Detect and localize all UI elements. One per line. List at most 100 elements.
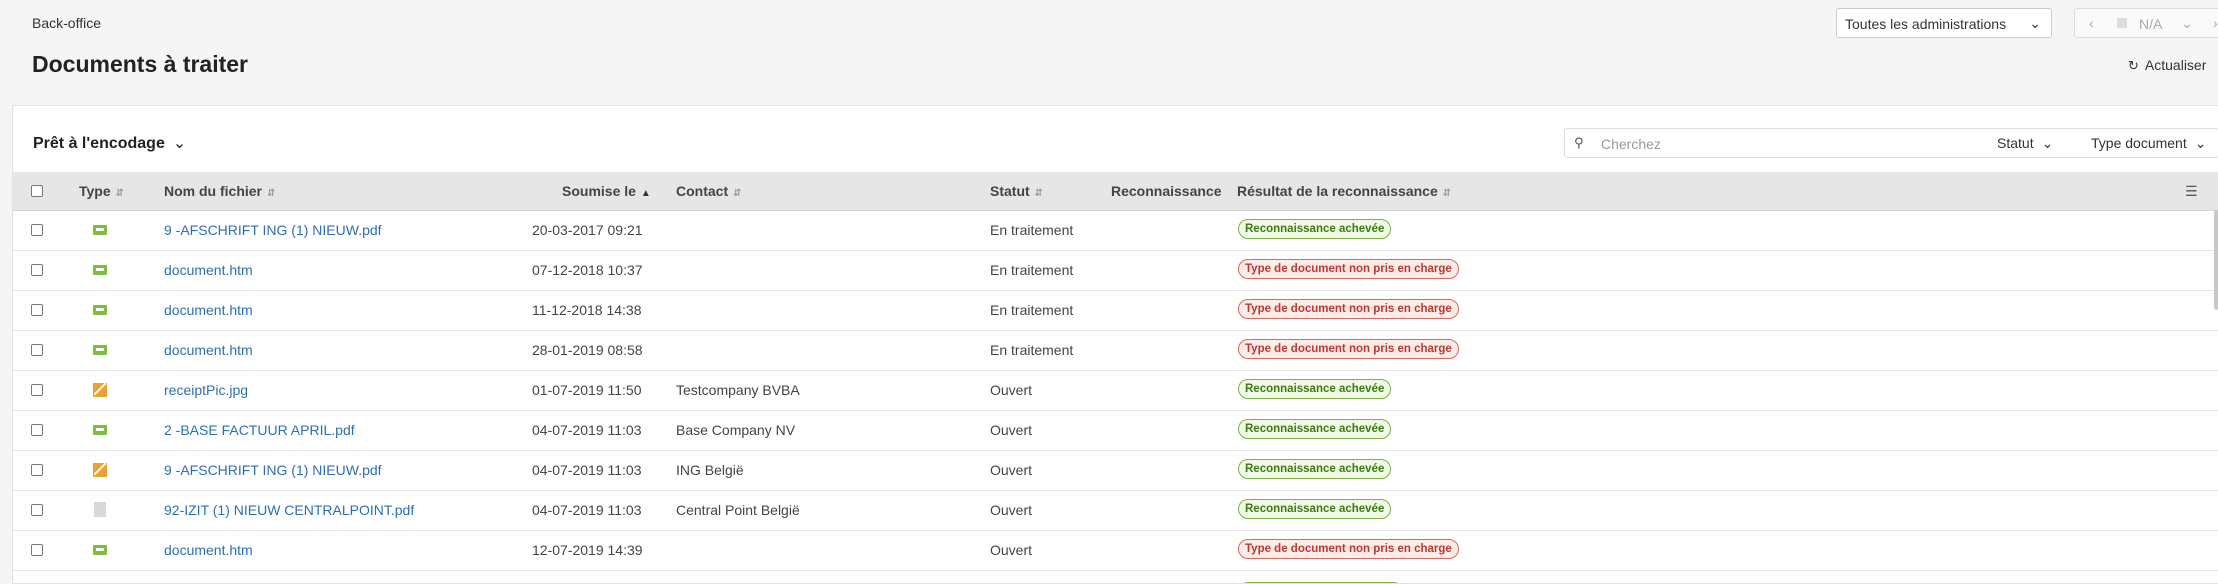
chevron-down-icon: ⌄ xyxy=(2194,135,2207,151)
pager-value[interactable]: N/A xyxy=(2139,16,2162,32)
submitted-date: 28-01-2019 08:58 xyxy=(532,342,643,358)
status-filter-label: Statut xyxy=(1997,135,2034,151)
contact-name: Testcompany BVBA xyxy=(676,382,800,398)
row-checkbox[interactable] xyxy=(31,344,43,356)
table-row[interactable]: 92-IZIT (1) NIEUW CENTRALPOINT.pdf 04-07-… xyxy=(13,490,2218,531)
status-badge: Reconnaissance achevée xyxy=(1238,499,1392,519)
column-type[interactable]: Type ⇵ xyxy=(79,183,124,199)
green-file-icon xyxy=(93,262,107,278)
vertical-scrollbar[interactable] xyxy=(2214,210,2218,310)
document-type-filter-dropdown[interactable]: Type document ⌄ xyxy=(2091,135,2206,152)
status-text: Ouvert xyxy=(990,542,1033,558)
administration-select-value: Toutes les administrations xyxy=(1845,16,2007,32)
table-row-partial xyxy=(13,574,2218,583)
column-status-label: Statut xyxy=(990,183,1030,199)
next-page-button[interactable]: › xyxy=(2213,15,2218,31)
submitted-date: 01-07-2019 11:50 xyxy=(532,382,642,398)
status-text: Ouvert xyxy=(990,422,1033,438)
page-title: Documents à traiter xyxy=(32,51,249,77)
row-checkbox[interactable] xyxy=(31,224,43,236)
column-submitted-label: Soumise le xyxy=(562,183,636,199)
search-input[interactable] xyxy=(1599,134,1963,154)
filename-link[interactable]: document.htm xyxy=(164,542,253,558)
status-text: En traitement xyxy=(990,222,1074,238)
previous-page-button[interactable]: ‹ xyxy=(2089,15,2094,31)
filename-link[interactable]: receiptPic.jpg xyxy=(164,382,248,398)
result-cell: Type de document non pris en charge xyxy=(1238,259,1459,279)
table-row[interactable]: document.htm 11-12-2018 14:38 En traitemen… xyxy=(13,290,2218,331)
column-contact[interactable]: Contact ⇵ xyxy=(676,183,742,199)
row-checkbox[interactable] xyxy=(31,264,43,276)
result-cell: Type de document non pris en charge xyxy=(1238,539,1459,559)
result-cell: Reconnaissance achevée xyxy=(1238,499,1392,519)
table-header: Type ⇵ Nom du fichier ⇵ Soumise le ▲ Contac… xyxy=(13,172,2218,211)
search-icon: ⚲ xyxy=(1574,135,1584,150)
refresh-button[interactable]: ↻ Actualiser xyxy=(2128,57,2206,74)
table-row[interactable]: document.htm 28-01-2019 08:58 En traitemen… xyxy=(13,330,2218,371)
row-checkbox[interactable] xyxy=(31,384,43,396)
column-recognition[interactable]: Reconnaissance xyxy=(1111,183,1222,199)
orange-file-icon xyxy=(93,382,107,398)
result-cell: Reconnaissance achevée xyxy=(1238,459,1392,479)
contact-name: ING België xyxy=(676,462,744,478)
id-card-icon xyxy=(93,222,107,238)
sort-icon: ⇵ xyxy=(1034,188,1044,199)
status-text: En traitement xyxy=(990,262,1074,278)
green-file-icon xyxy=(93,302,107,318)
chevron-down-icon: ⌄ xyxy=(2041,135,2054,151)
search-bar: ⚲ Statut ⌄ Type document ⌄ xyxy=(1564,128,2218,158)
row-checkbox[interactable] xyxy=(31,544,43,556)
column-result[interactable]: Résultat de la reconnaissance ⇵ xyxy=(1237,183,1451,199)
status-text: Ouvert xyxy=(990,502,1033,518)
row-checkbox[interactable] xyxy=(31,304,43,316)
submitted-date: 04-07-2019 11:03 xyxy=(532,422,642,438)
status-filter-dropdown[interactable]: Statut ⌄ xyxy=(1997,135,2053,152)
column-result-label: Résultat de la reconnaissance xyxy=(1237,183,1438,199)
column-submitted[interactable]: Soumise le ▲ xyxy=(562,183,651,199)
row-checkbox[interactable] xyxy=(31,464,43,476)
status-text: Ouvert xyxy=(990,462,1033,478)
column-recognition-label: Reconnaissance xyxy=(1111,183,1222,199)
status-badge: Type de document non pris en charge xyxy=(1238,299,1459,319)
status-badge: Reconnaissance achevée xyxy=(1238,459,1392,479)
document-type-filter-label: Type document xyxy=(2091,135,2187,151)
table-row[interactable]: 9 -AFSCHRIFT ING (1) NIEUW.pdf 20-03-2017… xyxy=(13,210,2218,251)
filename-link[interactable]: document.htm xyxy=(164,342,253,358)
status-badge: Type de document non pris en charge xyxy=(1238,339,1459,359)
view-filter-label: Prêt à l'encodage xyxy=(33,135,165,152)
administration-select[interactable]: Toutes les administrations ⌄ xyxy=(1836,8,2052,38)
top-bar: Back-office Documents à traiter Toutes l… xyxy=(0,0,2218,105)
chevron-down-icon[interactable]: ⌄ xyxy=(2181,15,2193,32)
filename-link[interactable]: document.htm xyxy=(164,302,253,318)
select-all-checkbox[interactable] xyxy=(31,185,43,197)
result-cell: Type de document non pris en charge xyxy=(1238,299,1459,319)
column-filename[interactable]: Nom du fichier ⇵ xyxy=(164,183,275,199)
table-row[interactable]: 2 -BASE FACTUUR APRIL.pdf 04-07-2019 11:0… xyxy=(13,410,2218,451)
green-file-icon xyxy=(93,342,107,358)
status-text: Ouvert xyxy=(990,382,1033,398)
column-status[interactable]: Statut ⇵ xyxy=(990,183,1043,199)
filename-link[interactable]: 9 -AFSCHRIFT ING (1) NIEUW.pdf xyxy=(164,222,382,238)
documents-panel: Prêt à l'encodage ⌄ ⚲ Statut ⌄ Type docume… xyxy=(12,105,2218,584)
submitted-date: 12-07-2019 14:39 xyxy=(532,542,643,558)
result-cell: Reconnaissance achevée xyxy=(1238,219,1392,239)
breadcrumb[interactable]: Back-office xyxy=(32,15,101,31)
row-checkbox[interactable] xyxy=(31,504,43,516)
filename-link[interactable]: document.htm xyxy=(164,262,253,278)
columns-settings-icon[interactable]: ☰ xyxy=(2185,183,2198,200)
filename-link[interactable]: 9 -AFSCHRIFT ING (1) NIEUW.pdf xyxy=(164,462,382,478)
table-row[interactable]: document.htm 12-07-2019 14:39 Ouvert Type d… xyxy=(13,530,2218,571)
view-filter-dropdown[interactable]: Prêt à l'encodage ⌄ xyxy=(33,133,186,153)
filename-link[interactable]: 2 -BASE FACTUUR APRIL.pdf xyxy=(164,422,355,438)
status-badge: Reconnaissance achevée xyxy=(1238,419,1392,439)
status-badge: Reconnaissance achevée xyxy=(1238,219,1392,239)
chevron-down-icon: ⌄ xyxy=(2029,15,2041,31)
table-row[interactable]: document.htm 07-12-2018 10:37 En traitemen… xyxy=(13,250,2218,291)
orange-file-icon xyxy=(93,462,107,478)
filename-link[interactable]: 92-IZIT (1) NIEUW CENTRALPOINT.pdf xyxy=(164,502,414,518)
table-row[interactable]: receiptPic.jpg 01-07-2019 11:50 Testcompan… xyxy=(13,370,2218,411)
status-badge: Type de document non pris en charge xyxy=(1238,259,1459,279)
pager: ‹ N/A ⌄ › xyxy=(2074,8,2218,38)
row-checkbox[interactable] xyxy=(31,424,43,436)
table-row[interactable]: 9 -AFSCHRIFT ING (1) NIEUW.pdf 04-07-2019… xyxy=(13,450,2218,491)
